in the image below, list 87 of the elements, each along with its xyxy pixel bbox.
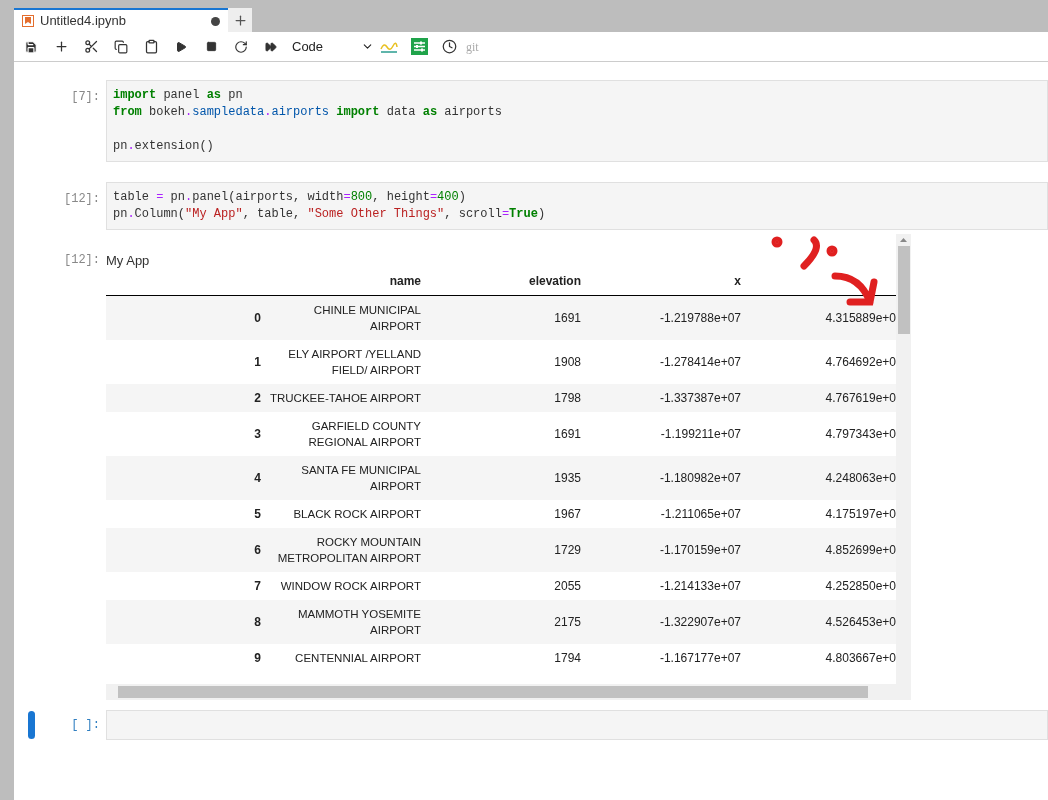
code-line: import panel as pn [113,88,243,102]
notebook-tab[interactable]: Untitled4.ipynb [14,8,228,32]
table-cell-line: AIRPORT [370,623,421,638]
table-cell-text: -1.167177e+07 [658,650,742,667]
table-cell-text: 4.803667e+0 [824,650,896,667]
table-cell-text: 0 [253,310,262,327]
table-row[interactable]: 6 ROCKY MOUNTAIN METROPOLITAN AIRPORT 1729 -1.170159e+07 4.852699e+0 [106,528,896,572]
table-cell-line: MAMMOTH YOSEMITE [297,607,421,622]
code-line: table = pn.panel(airports, width=800, height=400) [113,190,466,204]
table-cell-text: -1.180982e+07 [658,470,742,487]
table-cell-text: 4.764692e+0 [824,354,896,371]
table-cell-text: 4.252850e+0 [824,578,896,595]
table-cell-line: FIELD/ AIRPORT [331,363,421,378]
table-cell-text: -1.337387e+07 [658,390,742,407]
table-cell-text: -1.322907e+07 [658,614,742,631]
table-cell-line: BLACK ROCK AIRPORT [293,507,421,522]
table-cell-line: METROPOLITAN AIRPORT [277,551,421,566]
table-cell-text: 1691 [553,426,582,443]
code-line: pn.Column("My App", table, "Some Other Things", scroll=True) [113,207,546,221]
table-cell-text: 1691 [553,310,582,327]
output-title: My App [106,253,150,268]
table-cell-text: 2055 [553,578,582,595]
code-line: from bokeh.sampledata.airports import data as airports [113,105,502,119]
table-cell-text: 9 [253,650,262,667]
table-cell-text: 2175 [553,614,582,631]
cell-prompt: [12]: [63,191,101,208]
tab-title: Untitled4.ipynb [40,12,127,31]
table-cell-text: 4.797343e+0 [824,426,896,443]
table-row[interactable]: 8 MAMMOTH YOSEMITE AIRPORT 2175 -1.322907e+07 4.526453e+0 [106,600,896,644]
table-cell-text: 1967 [553,506,582,523]
table-cell-text: -1.219788e+07 [658,310,742,327]
table-cell-text: 4 [253,470,262,487]
table-cell-text: -1.170159e+07 [658,542,742,559]
table-cell-text: -1.214133e+07 [658,578,742,595]
table-cell-text: 3 [253,426,262,443]
table-cell-text: 1935 [553,470,582,487]
table-cell-text: 1794 [553,650,582,667]
table-cell-text: -1.278414e+07 [658,354,742,371]
table-cell-text: -1.199211e+07 [659,426,742,443]
column-header: name [388,273,422,290]
table-cell-text: 7 [253,578,262,595]
table-cell-text: 8 [253,614,262,631]
cell-prompt: [7]: [70,89,101,106]
code-editor[interactable]: import panel as pn from bokeh.sampledata.airports import data as airports pn.extension() [106,80,1048,162]
table-cell-text: 6 [253,542,262,559]
table-cell-line: AIRPORT [370,479,421,494]
code-editor[interactable]: table = pn.panel(airports, width=800, height=400) pn.Column("My App", table, "Some Other Things", scroll=True) [106,182,1048,230]
table-cell-text: 4.248063e+0 [824,470,896,487]
table-cell-text: -1.211065e+07 [659,506,742,523]
column-header: elevation [527,273,582,290]
table-row[interactable]: 0 CHINLE MUNICIPAL AIRPORT 1691 -1.219788e+07 4.315889e+0 [106,296,896,340]
cell-type-dropdown[interactable]: Code [292,36,374,57]
notebook-icon [22,15,34,27]
table-cell-text: 1798 [553,390,582,407]
column-header: x [733,273,742,290]
table-cell-line: CHINLE MUNICIPAL [313,303,421,318]
scrollbar-thumb[interactable] [118,686,868,698]
table-cell-line: GARFIELD COUNTY [311,419,421,434]
table-cell-line: REGIONAL AIRPORT [308,435,421,450]
table-cell-text: 4.175197e+0 [824,506,896,523]
table-row[interactable]: 4 SANTA FE MUNICIPAL AIRPORT 1935 -1.180982e+07 4.248063e+0 [106,456,896,500]
table-cell-line: ELY AIRPORT /YELLAND [288,347,421,362]
cell-prompt: [12]: [63,252,101,269]
table-cell-text: 1729 [553,542,582,559]
table-cell-text: 2 [253,390,262,407]
table-cell-line: ROCKY MOUNTAIN [316,535,421,550]
table-cell-text: 4.315889e+0 [824,310,896,327]
cell-prompt: [ ]: [70,717,101,734]
scroll-up-icon[interactable] [900,238,907,242]
new-tab-button[interactable] [228,8,252,32]
table-cell-line: TRUCKEE-TAHOE AIRPORT [270,391,421,406]
table-cell-line: SANTA FE MUNICIPAL [301,463,421,478]
table-cell-line: CENTENNIAL AIRPORT [295,651,421,666]
table-cell-text: 1908 [553,354,582,371]
plus-icon [232,12,248,28]
scrollbar-thumb[interactable] [897,246,910,334]
table-cell-text: 1 [253,354,262,371]
table-row[interactable]: 2 TRUCKEE-TAHOE AIRPORT 1798 -1.337387e+07 4.767619e+0 [106,384,896,412]
vertical-scrollbar[interactable] [896,234,911,684]
table-cell-text: 4.852699e+0 [824,542,896,559]
code-line: pn.extension() [113,139,214,153]
table-cell-line: AIRPORT [370,319,421,334]
table-cell-text: 5 [253,506,262,523]
horizontal-scrollbar[interactable] [106,684,911,700]
table-cell-text: 4.767619e+0 [824,390,896,407]
table-cell-line: WINDOW ROCK AIRPORT [280,579,421,594]
table-cell-text: 4.526453e+0 [824,614,896,631]
